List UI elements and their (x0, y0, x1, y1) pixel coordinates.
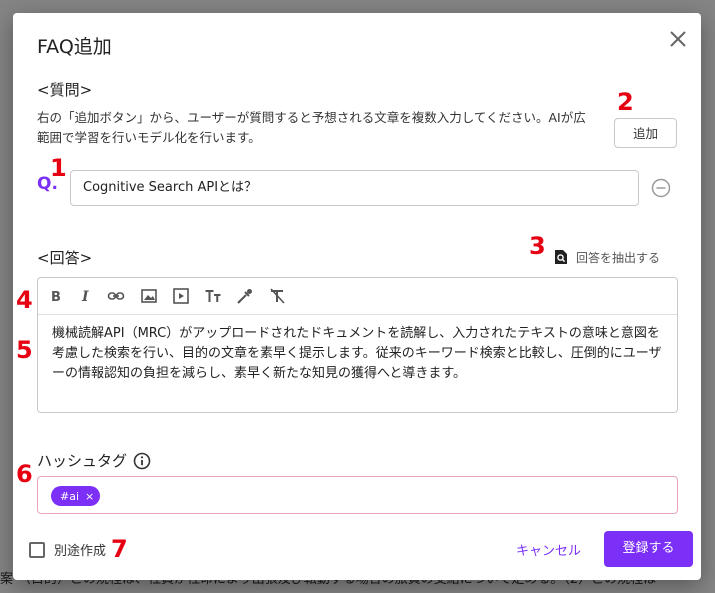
svg-text:B: B (51, 290, 61, 305)
submit-button[interactable]: 登録する (604, 531, 693, 567)
clear-format-icon[interactable] (268, 287, 286, 305)
question-input[interactable]: Cognitive Search APIとは？ (70, 170, 639, 206)
text-size-icon[interactable] (204, 287, 222, 305)
hashtag-heading: ハッシュタグ (37, 450, 151, 471)
chip-remove-icon[interactable]: × (85, 490, 94, 503)
callout-3: 3 (529, 232, 546, 260)
video-icon[interactable] (172, 287, 190, 305)
callout-1: 1 (50, 154, 67, 182)
extract-answer-label: 回答を抽出する (576, 250, 661, 265)
callout-2: 2 (617, 88, 634, 116)
hashtag-chip-label: #ai (60, 489, 80, 503)
remove-circle-icon[interactable] (651, 178, 671, 198)
hashtag-input[interactable]: #ai × (37, 476, 678, 514)
dialog-title: FAQ追加 (37, 36, 112, 58)
info-icon[interactable] (133, 452, 151, 470)
answer-text[interactable]: 機械読解API（MRC）がアップロードされたドキュメントを読解し、入力されたテキ… (52, 324, 662, 384)
callout-7: 7 (111, 535, 128, 563)
close-icon[interactable] (666, 27, 690, 51)
editor-toolbar: B I (38, 278, 677, 315)
callout-4: 4 (16, 286, 33, 314)
cancel-button[interactable]: キャンセル (516, 540, 581, 559)
separate-create-checkbox[interactable] (29, 541, 45, 558)
hashtag-label: ハッシュタグ (37, 452, 128, 470)
answer-editor[interactable]: B I 機械読解API（MRC）がアップロードされたドキュメントを読解し、入力さ… (37, 277, 678, 413)
color-picker-icon[interactable] (236, 287, 254, 305)
link-icon[interactable] (107, 287, 125, 305)
callout-6: 6 (16, 460, 33, 488)
bold-icon[interactable]: B (47, 287, 65, 305)
separate-create-label: 別途作成 (54, 544, 107, 559)
italic-icon[interactable]: I (77, 287, 95, 305)
question-section-heading: <質問> (37, 81, 93, 99)
answer-section-heading: <回答> (37, 249, 93, 267)
image-icon[interactable] (140, 287, 158, 305)
question-description: 右の「追加ボタン」から、ユーザーが質問すると予想される文章を複数入力してください… (37, 110, 586, 145)
extract-answer-button[interactable]: 回答を抽出する (554, 248, 660, 266)
add-button[interactable]: 追加 (614, 118, 677, 148)
faq-add-dialog: FAQ追加 <質問> 右の「追加ボタン」から、ユーザーが質問すると予想される文章… (13, 13, 701, 580)
separate-create-option[interactable]: 別途作成 (29, 540, 106, 559)
callout-5: 5 (16, 336, 33, 364)
hashtag-chip: #ai × (51, 486, 101, 506)
search-document-icon (555, 250, 567, 264)
svg-text:I: I (81, 289, 89, 305)
